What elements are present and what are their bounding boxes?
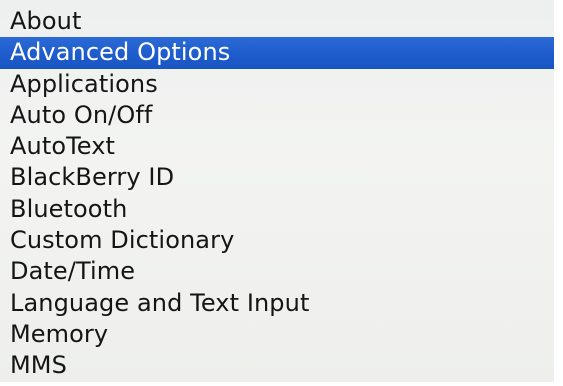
menu-item-blackberry-id[interactable]: BlackBerry ID <box>0 162 554 193</box>
menu-item-advanced-options[interactable]: Advanced Options <box>0 37 554 69</box>
bottom-border <box>0 382 563 386</box>
menu-item-applications[interactable]: Applications <box>0 69 554 100</box>
right-border <box>554 0 563 386</box>
menu-item-date-time[interactable]: Date/Time <box>0 256 554 287</box>
menu-item-bluetooth[interactable]: Bluetooth <box>0 194 554 225</box>
menu-item-language-and-text-input[interactable]: Language and Text Input <box>0 288 554 319</box>
menu-item-about[interactable]: About <box>0 6 554 37</box>
menu-item-auto-on-off[interactable]: Auto On/Off <box>0 100 554 131</box>
settings-menu-list: About Advanced Options Applications Auto… <box>0 6 554 382</box>
menu-item-custom-dictionary[interactable]: Custom Dictionary <box>0 225 554 256</box>
menu-item-memory[interactable]: Memory <box>0 319 554 350</box>
device-screen: About Advanced Options Applications Auto… <box>0 0 563 386</box>
menu-item-autotext[interactable]: AutoText <box>0 131 554 162</box>
menu-item-mms[interactable]: MMS <box>0 350 554 381</box>
